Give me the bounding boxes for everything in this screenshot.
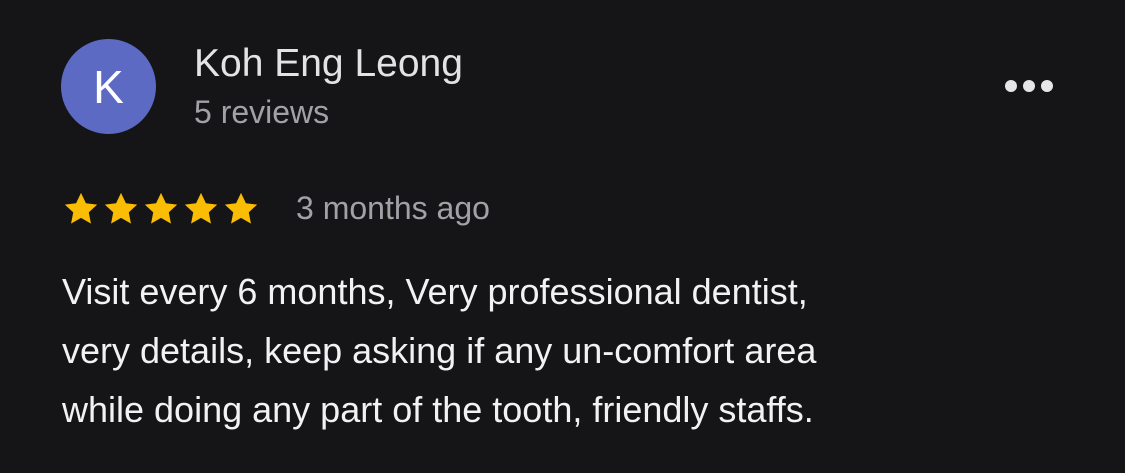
- star-icon: [144, 192, 178, 224]
- review-date: 3 months ago: [296, 190, 490, 226]
- ellipsis-dot: [1023, 80, 1035, 92]
- avatar-letter: K: [93, 60, 124, 113]
- star-icon: [64, 192, 98, 224]
- review-text: Visit every 6 months, Very professional …: [62, 262, 1062, 439]
- author-name[interactable]: Koh Eng Leong: [194, 40, 463, 88]
- review-text-line: while doing any part of the tooth, frien…: [62, 389, 814, 430]
- review-count: 5 reviews: [194, 94, 330, 130]
- review-text-line: Visit every 6 months, Very professional …: [62, 271, 808, 312]
- avatar[interactable]: K: [61, 39, 156, 134]
- review-text-line: very details, keep asking if any un-comf…: [62, 330, 817, 371]
- star-rating: [62, 190, 260, 228]
- more-options-button[interactable]: [998, 66, 1060, 106]
- star-icon: [184, 192, 218, 224]
- ellipsis-horizontal-icon: [1005, 80, 1017, 92]
- star-icon: [104, 192, 138, 224]
- review-card: K Koh Eng Leong 5 reviews 3 months ago V…: [0, 0, 1125, 473]
- ellipsis-dot: [1041, 80, 1053, 92]
- star-icon: [224, 192, 258, 224]
